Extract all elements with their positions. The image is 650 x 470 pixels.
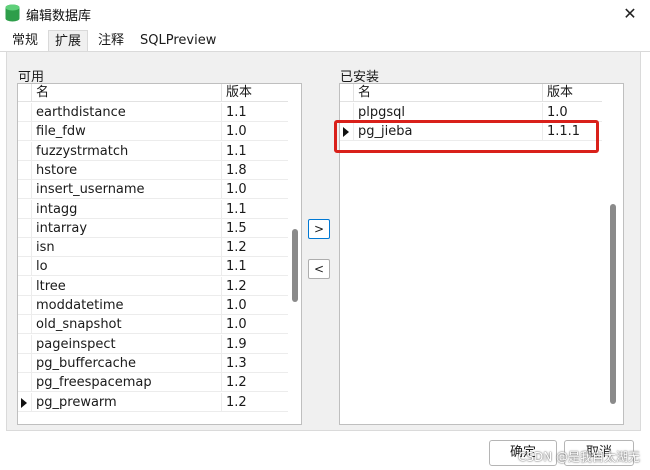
column-name-header[interactable]: 名 — [353, 84, 542, 102]
extension-name-cell: old_snapshot — [31, 315, 221, 335]
extension-name-cell: hstore — [31, 160, 221, 180]
available-header: 名 版本 — [18, 84, 288, 102]
table-row[interactable]: ltree 1.2 — [18, 276, 288, 296]
table-row[interactable]: intarray 1.5 — [18, 218, 288, 238]
extension-name-cell: file_fdw — [31, 122, 221, 142]
table-row[interactable]: hstore 1.8 — [18, 160, 288, 180]
table-row[interactable]: fuzzystrmatch 1.1 — [18, 141, 288, 161]
installed-scrollbar[interactable] — [603, 84, 623, 424]
extension-version-cell: 1.0 — [221, 122, 288, 142]
extension-version-cell: 1.2 — [221, 373, 288, 393]
table-row[interactable]: pageinspect 1.9 — [18, 334, 288, 354]
database-icon — [5, 4, 20, 22]
extension-version-cell: 1.1 — [221, 257, 288, 277]
table-row[interactable]: earthdistance 1.1 — [18, 103, 288, 122]
extension-name-cell: fuzzystrmatch — [31, 141, 221, 161]
row-indicator-icon — [21, 397, 27, 408]
column-version-header[interactable]: 版本 — [221, 84, 288, 102]
extension-name-cell: pageinspect — [31, 334, 221, 354]
extension-name-cell: intagg — [31, 199, 221, 219]
close-button[interactable]: ✕ — [616, 0, 644, 26]
extension-name-cell: moddatetime — [31, 296, 221, 315]
extension-version-cell: 1.8 — [221, 160, 288, 180]
table-row[interactable]: moddatetime 1.0 — [18, 296, 288, 315]
tab-comment[interactable]: 注释 — [92, 30, 130, 52]
table-row[interactable]: old_snapshot 1.0 — [18, 315, 288, 335]
extension-version-cell: 1.0 — [542, 103, 602, 122]
extension-name-cell: pg_freespacemap — [31, 373, 221, 393]
extension-version-cell: 1.2 — [221, 238, 288, 258]
extension-version-cell: 1.1 — [221, 103, 288, 122]
extension-version-cell: 1.1.1 — [542, 122, 602, 142]
extension-version-cell: 1.2 — [221, 276, 288, 296]
title-bar: 编辑数据库 ✕ — [0, 0, 650, 28]
available-table[interactable]: 名 版本 earthdistance 1.1 file_fdw 1.0 fuzzystr… — [17, 83, 302, 425]
extension-name-cell: plpgsql — [353, 103, 542, 122]
installed-header: 名 版本 — [340, 84, 602, 102]
extension-name-cell: pg_prewarm — [31, 392, 221, 412]
row-indicator-icon — [343, 127, 349, 138]
remove-extension-button[interactable]: < — [308, 259, 330, 279]
extension-version-cell: 1.2 — [221, 392, 288, 412]
extension-name-cell: pg_buffercache — [31, 353, 221, 373]
extension-name-cell: ltree — [31, 276, 221, 296]
available-scroll-thumb[interactable] — [292, 229, 298, 302]
table-row[interactable]: pg_buffercache 1.3 — [18, 353, 288, 373]
extensions-panel: 可用 名 版本 earthdistance 1.1 file_fdw 1.0 fuzzy… — [6, 51, 641, 431]
extension-name-cell: earthdistance — [31, 103, 221, 122]
table-row[interactable]: insert_username 1.0 — [18, 180, 288, 200]
installed-scroll-thumb[interactable] — [610, 204, 616, 404]
extension-version-cell: 1.0 — [221, 315, 288, 335]
table-row[interactable]: pg_prewarm 1.2 — [18, 392, 288, 412]
table-row[interactable]: pg_jieba 1.1.1 — [340, 122, 602, 142]
tab-extensions[interactable]: 扩展 — [48, 30, 89, 53]
table-row[interactable]: plpgsql 1.0 — [340, 103, 602, 122]
extension-version-cell: 1.0 — [221, 296, 288, 315]
tab-bar: 常规 扩展 注释 SQLPreview — [0, 30, 650, 53]
extension-name-cell: intarray — [31, 218, 221, 238]
extension-version-cell: 1.1 — [221, 141, 288, 161]
table-row[interactable]: pg_freespacemap 1.2 — [18, 373, 288, 393]
table-row[interactable]: file_fdw 1.0 — [18, 122, 288, 142]
tab-general[interactable]: 常规 — [6, 30, 44, 52]
installed-table[interactable]: 名 版本 plpgsql 1.0 pg_jieba 1.1.1 — [339, 83, 624, 425]
column-name-header[interactable]: 名 — [31, 84, 221, 102]
tab-sqlpreview[interactable]: SQLPreview — [134, 30, 222, 52]
extension-name-cell: insert_username — [31, 180, 221, 200]
close-icon: ✕ — [623, 3, 637, 23]
extension-version-cell: 1.1 — [221, 199, 288, 219]
extension-version-cell: 1.9 — [221, 334, 288, 354]
extension-version-cell: 1.0 — [221, 180, 288, 200]
window-title: 编辑数据库 — [26, 9, 92, 24]
add-extension-button[interactable]: > — [308, 219, 330, 239]
table-row[interactable]: lo 1.1 — [18, 257, 288, 277]
table-row[interactable]: intagg 1.1 — [18, 199, 288, 219]
extension-version-cell: 1.3 — [221, 353, 288, 373]
column-version-header[interactable]: 版本 — [542, 84, 602, 102]
table-row[interactable]: isn 1.2 — [18, 238, 288, 258]
extension-name-cell: lo — [31, 257, 221, 277]
extension-name-cell: isn — [31, 238, 221, 258]
extension-name-cell: pg_jieba — [353, 122, 542, 142]
watermark: CSDN @是我自太湖无 — [517, 450, 640, 464]
available-scrollbar[interactable] — [288, 84, 301, 424]
extension-version-cell: 1.5 — [221, 218, 288, 238]
